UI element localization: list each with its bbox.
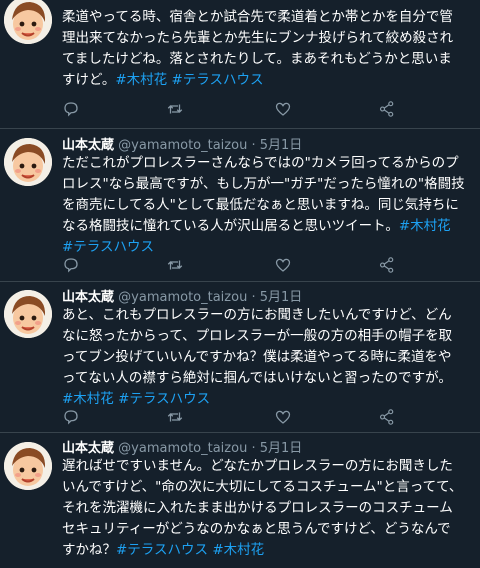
tweet-line: すかね？#テラスハウス #木村花 [62,540,474,561]
tweet-line: 遅ればせですいません。どなたかプロレスラーの方にお聞きした [62,458,453,474]
divider [0,128,480,129]
retweet-button[interactable] [166,256,186,276]
like-button[interactable] [274,100,294,120]
hashtag-link[interactable]: #木村花 [399,218,451,234]
avatar-image [4,442,52,490]
display-name[interactable]: 山本太蔵 [62,441,114,456]
reply-button[interactable] [62,100,82,120]
tweet-line: 理出来てなかったら先輩とか先生にブンナ投げられて絞め殺され [62,30,454,46]
like-icon [275,102,291,116]
tweet-line: あと、これもプロレスラーの方にお聞きしたいんですけど、どん [62,307,452,323]
like-icon [275,258,291,272]
tweet-text-tail: すかね？ [62,542,116,558]
hashtag-link[interactable]: #テラスハウス [171,72,263,88]
display-name[interactable]: 山本太蔵 [62,138,114,153]
avatar-image [4,0,52,44]
tweet-text: 遅ればせですいません。どなたかプロレスラーの方にお聞きした いんですけど、"命の… [62,456,474,561]
like-icon [275,410,291,424]
avatar-image [4,290,52,338]
tweet-line: ただこれがプロレスラーさんならではの"カメラ回ってるからのプ [62,155,459,171]
share-button[interactable] [378,256,398,276]
retweet-icon [167,412,183,422]
tweet-line: ってない人の襟すら絶対に掴んではいけないと習ったのですが。 [62,370,452,386]
hashtag-link[interactable]: #木村花 [212,542,264,558]
tweet-line: 柔道やってる時、宿舎とか試合先で柔道着とか帯とかを自分で管 [62,9,453,25]
hashtag-link[interactable]: #木村花 [115,72,167,88]
tweet-line: を商売にしてる人"として最低だなぁと思いますね。同じ気持ちに [62,197,459,213]
hashtag-link[interactable]: #木村花 [62,391,114,407]
reply-icon [64,102,78,117]
reply-icon [64,258,78,273]
tweet-line: それを洗濯機に入れたまま出かけるプロレスラーのコスチューム [62,500,453,516]
tweet-actions [62,256,402,276]
tweet-line: すけど。#木村花 #テラスハウス [62,70,474,91]
user-handle[interactable]: @yamamoto_taizou [118,441,247,456]
share-icon [379,257,394,273]
avatar[interactable] [4,0,52,44]
hashtag-link[interactable]: #テラスハウス [62,239,154,255]
retweet-icon [167,260,183,270]
like-button[interactable] [274,408,294,428]
tweet-line: いんですけど、"命の次に大切にしてるコスチューム"と言ってて、 [62,479,463,495]
hashtag-link[interactable]: #テラスハウス [116,542,208,558]
avatar-image [4,138,52,186]
tweet-text: あと、これもプロレスラーの方にお聞きしたいんですけど、どん なに怒ったからって、… [62,305,474,410]
share-button[interactable] [378,100,398,120]
tweet-line: セキュリティーがどうなのかなぁと思うんですけど、どうなんで [62,521,451,537]
timestamp[interactable]: · 5月1日 [251,138,302,153]
tweet-line: ロレス"なら最高ですが、もし万が一"ガチ"だったら憧れの"格闘技 [62,176,465,192]
share-button[interactable] [378,408,398,428]
divider [0,281,480,282]
timestamp[interactable]: · 5月1日 [251,441,302,456]
like-button[interactable] [274,256,294,276]
tweet-text: 柔道やってる時、宿舎とか試合先で柔道着とか帯とかを自分で管 理出来てなかったら先… [62,7,474,91]
tweet-line: てましたけどね。落とされたりして。まあそれもどうかと思いま [62,51,452,67]
tweet-actions [62,100,402,120]
reply-icon [64,410,78,425]
tweet-line: #木村花 #テラスハウス [62,389,474,410]
user-handle[interactable]: @yamamoto_taizou [118,138,247,153]
reply-button[interactable] [62,256,82,276]
hashtag-link[interactable]: #テラスハウス [118,391,210,407]
retweet-button[interactable] [166,100,186,120]
avatar[interactable] [4,290,52,338]
tweet-line: なに怒ったからって、プロレスラーが一般の方の相手の帽子を取 [62,328,453,344]
tweet-line: なる格闘技に憧れている人が沢山居ると思いツイート。#木村花 [62,216,474,237]
retweet-button[interactable] [166,408,186,428]
tweet-line: #テラスハウス [62,237,474,258]
tweet-text: ただこれがプロレスラーさんならではの"カメラ回ってるからのプ ロレス"なら最高で… [62,153,474,258]
retweet-icon [167,104,183,114]
user-handle[interactable]: @yamamoto_taizou [118,290,247,305]
tweet-line: ってブン投げていいんですかね？僕は柔道やってる時に柔道をや [62,349,452,365]
timestamp[interactable]: · 5月1日 [251,290,302,305]
divider [0,432,480,433]
share-icon [379,409,394,425]
tweet-text-tail: なる格闘技に憧れている人が沢山居ると思いツイート。 [62,218,399,234]
share-icon [379,101,394,117]
display-name[interactable]: 山本太蔵 [62,290,114,305]
avatar[interactable] [4,138,52,186]
tweet-actions [62,408,402,428]
reply-button[interactable] [62,408,82,428]
tweet-text-tail: すけど。 [62,72,116,88]
avatar[interactable] [4,442,52,490]
